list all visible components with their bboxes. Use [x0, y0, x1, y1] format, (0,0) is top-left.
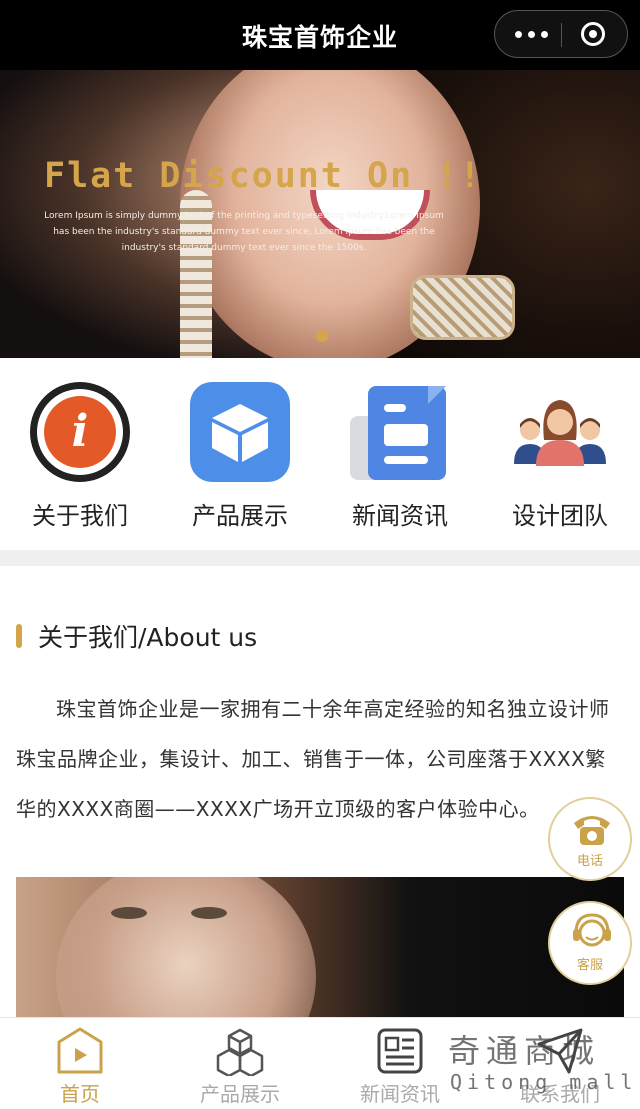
nav-item-team[interactable]: 设计团队: [480, 358, 640, 550]
about-image: [16, 877, 624, 1017]
team-icon: [510, 382, 610, 482]
banner-lead-text: Lorem Ipsum is simply dummy text of the …: [44, 211, 444, 253]
phone-label: 电话: [576, 854, 603, 869]
nav-item-products[interactable]: 产品展示: [160, 358, 320, 550]
hero-banner[interactable]: Flat Discount On !! Lorem Ipsum is simpl…: [0, 70, 640, 358]
nav-item-about[interactable]: i 关于我们: [0, 358, 160, 550]
service-label: 客服: [576, 958, 603, 973]
nav-item-label: 关于我们: [32, 502, 128, 530]
banner-bracelet: [410, 275, 515, 340]
capsule-divider: [561, 23, 562, 47]
close-target-icon[interactable]: [581, 22, 605, 46]
tab-label: 首页: [60, 1082, 100, 1106]
mini-program-capsule: [494, 10, 628, 58]
watermark: 奇通商城 Qitong mall: [448, 1026, 638, 1106]
phone-icon: [574, 816, 610, 845]
nav-item-label: 设计团队: [512, 502, 608, 530]
news-icon: [377, 1028, 423, 1074]
customer-service-button[interactable]: 客服: [548, 901, 632, 985]
cubes-icon: [216, 1028, 264, 1076]
nav-item-label: 产品展示: [192, 502, 288, 530]
nav-grid: i 关于我们 产品展示 新闻资讯 设计团队: [0, 358, 640, 550]
home-play-icon: [57, 1027, 103, 1074]
carousel-indicator[interactable]: [316, 330, 328, 342]
cube-icon: [190, 382, 290, 482]
about-body-text: 珠宝首饰企业是一家拥有二十余年高定经验的知名独立设计师珠宝品牌企业，集设计、加工…: [16, 697, 610, 821]
banner-headline: Flat Discount On !!: [44, 156, 483, 196]
tab-label: 产品展示: [200, 1082, 280, 1106]
title-bar: 珠宝首饰企业: [0, 0, 640, 70]
about-heading-text: 关于我们/About us: [38, 623, 258, 652]
tab-home[interactable]: 首页: [0, 1018, 160, 1109]
section-divider: [0, 550, 640, 566]
tab-products[interactable]: 产品展示: [160, 1018, 320, 1109]
page: 珠宝首饰企业 Flat Discount On !! Lorem Ipsum i…: [0, 0, 640, 1109]
info-icon: i: [30, 382, 130, 482]
nav-item-label: 新闻资讯: [352, 502, 448, 530]
more-icon[interactable]: [513, 11, 557, 57]
nav-item-news[interactable]: 新闻资讯: [320, 358, 480, 550]
heading-accent-bar: [16, 624, 22, 648]
document-icon: [350, 382, 450, 482]
phone-button[interactable]: 电话: [548, 797, 632, 881]
watermark-chinese: 奇通商城: [448, 1032, 601, 1070]
watermark-english: Qitong mall: [450, 1070, 638, 1094]
headset-icon: [573, 913, 611, 947]
